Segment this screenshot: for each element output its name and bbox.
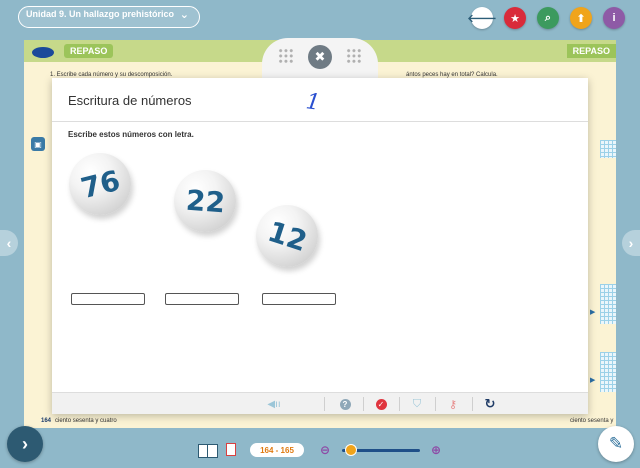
checkmark-icon: ✓ (375, 398, 387, 410)
toolbar-separator (472, 397, 473, 411)
next-page-button[interactable]: › (7, 426, 43, 462)
triangle-right-icon: ▶ (590, 309, 596, 316)
zoom-slider-handle[interactable] (345, 444, 358, 456)
help-button[interactable]: ? (337, 396, 353, 412)
solution-button[interactable]: ⛉ (409, 396, 425, 412)
modal-title: Escritura de números (68, 93, 192, 108)
zoom-in-icon[interactable]: ⊕ (429, 443, 443, 457)
page-indicator[interactable]: 164 - 165 (250, 443, 304, 457)
modal-toolbar: ◀ıı ? ✓ ⛉ ⚷ ↻ (52, 392, 588, 414)
magnifier-icon: ⌕ (544, 11, 552, 24)
favorites-button[interactable]: ★ (504, 7, 526, 29)
question-icon: ? (339, 398, 351, 410)
close-icon: ✖ (314, 49, 326, 64)
chevron-left-icon: ‹ (6, 235, 12, 251)
double-page-icon[interactable] (198, 444, 218, 458)
star-icon: ★ (510, 12, 520, 25)
close-button[interactable]: ✖ (308, 45, 332, 69)
section-label-left: REPASO (64, 44, 114, 58)
reset-button[interactable]: ↻ (482, 396, 498, 412)
next-page-arrow-button[interactable]: › (622, 230, 640, 256)
back-button[interactable]: 🡐 (467, 7, 497, 29)
reset-icon: ↻ (484, 396, 496, 411)
grid-decoration (600, 352, 616, 392)
ball-number: 22 (184, 183, 226, 219)
chevron-down-icon: ⌄ (179, 9, 189, 21)
page-number-words: ciento sesenta y cuatro (55, 418, 117, 424)
search-button[interactable]: ⌕ (537, 7, 559, 29)
toolbar-separator (324, 397, 325, 411)
drag-handle-icon[interactable] (278, 48, 294, 64)
oval-decoration (32, 47, 54, 58)
modal-drag-tab[interactable]: ✖ (262, 38, 378, 78)
grid-decoration (600, 140, 616, 158)
drag-handle-icon[interactable] (346, 48, 362, 64)
toolbar-separator (435, 397, 436, 411)
number-ball: 76 (69, 153, 131, 215)
grid-decoration (600, 284, 616, 324)
triangle-right-icon: ▶ (590, 377, 596, 384)
ball-number: 12 (263, 214, 311, 258)
check-button[interactable]: ✓ (373, 396, 389, 412)
previous-page-button[interactable]: ‹ (0, 230, 18, 256)
page-footer-left: 164 ciento sesenta y cuatro (41, 418, 117, 424)
shield-check-icon: ⛉ (412, 397, 422, 410)
section-label-right: REPASO (566, 44, 616, 58)
answer-input-76[interactable] (71, 293, 145, 305)
activity-modal: Escritura de números 1 Escribe estos núm… (52, 78, 588, 414)
pencil-icon: ✎ (608, 434, 624, 453)
answer-input-22[interactable] (165, 293, 239, 305)
chevron-right-icon: › (628, 235, 634, 251)
info-button[interactable]: i (603, 7, 625, 29)
pdf-icon[interactable] (226, 443, 236, 456)
number-ball: 12 (256, 205, 318, 267)
edit-button[interactable]: ✎ (598, 426, 634, 462)
ball-number: 76 (77, 163, 123, 205)
instruction-text: Escribe estos números con letra. (68, 130, 194, 139)
key-icon: ⚷ (448, 398, 458, 411)
page-number: 164 (41, 418, 52, 424)
info-icon: i (612, 12, 616, 24)
number-ball: 22 (174, 170, 236, 232)
toolbar-separator (363, 397, 364, 411)
handwritten-annotation: 1 (304, 89, 322, 116)
answer-input-12[interactable] (262, 293, 336, 305)
upload-button[interactable]: ⬆ (570, 7, 592, 29)
chevron-right-icon: › (22, 433, 28, 454)
unit-title: Unidad 9. Un hallazgo prehistórico (26, 9, 175, 19)
resource-icon[interactable]: ▣ (31, 137, 45, 151)
unit-selector[interactable]: Unidad 9. Un hallazgo prehistórico ⌄ (18, 6, 200, 28)
speaker-icon: ◀ıı (267, 398, 281, 410)
arrow-up-icon: ⬆ (576, 12, 586, 25)
key-button[interactable]: ⚷ (445, 396, 461, 412)
audio-button[interactable]: ◀ıı (266, 396, 282, 412)
toolbar-separator (399, 397, 400, 411)
divider (52, 121, 588, 122)
page-footer-right: ciento sesenta y (570, 418, 614, 424)
zoom-out-icon[interactable]: ⊖ (318, 443, 332, 457)
arrow-left-icon: 🡐 (467, 13, 497, 25)
